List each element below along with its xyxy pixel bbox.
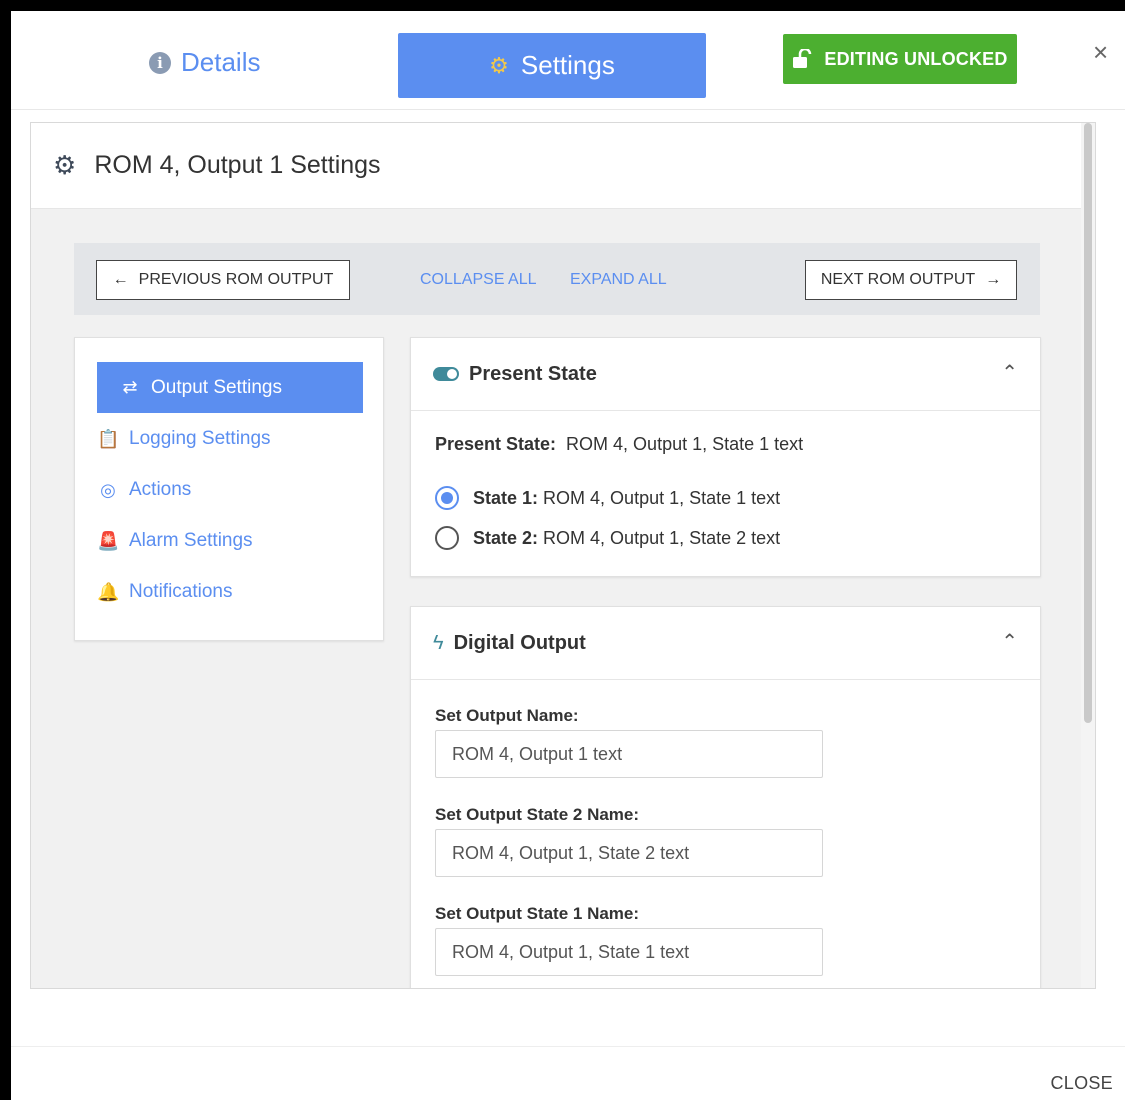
previous-rom-output-button[interactable]: ← PREVIOUS ROM OUTPUT [96,260,350,300]
sidebar-item-label: Notifications [129,581,233,602]
sidebar-item-label: Actions [129,479,192,500]
panel-scrollbar[interactable] [1081,123,1095,988]
tab-details-label: Details [181,47,261,77]
settings-panel: ⚙ ROM 4, Output 1 Settings ← PREVIOUS RO… [30,122,1096,989]
sidebar-item-label: Output Settings [151,376,282,398]
output-name-label: Set Output Name: [435,706,579,725]
tab-settings[interactable]: ⚙ Settings [398,33,706,98]
state-2-label: State 2: [473,527,539,548]
page-title: ROM 4, Output 1 Settings [94,151,381,179]
sidebar-item-output-settings[interactable]: ⇄ Output Settings [97,362,363,413]
sidebar-item-logging-settings[interactable]: 📋 Logging Settings [97,428,271,450]
editing-unlocked-button[interactable]: EDITING UNLOCKED [783,34,1017,84]
radio-unchecked-icon[interactable] [435,526,459,550]
arrow-left-icon: ← [112,271,129,288]
unlock-icon [793,49,812,68]
digital-output-header[interactable]: ϟ Digital Output ⌃ [411,607,1040,680]
output-state-2-name-input[interactable] [435,829,823,877]
window-border-top [0,0,1125,11]
chevron-up-icon[interactable]: ⌃ [1001,629,1018,654]
radio-checked-icon[interactable] [435,486,459,510]
chevron-up-icon[interactable]: ⌃ [1001,360,1018,385]
present-state-label: Present State: [435,434,557,454]
output-state-1-name-label: Set Output State 1 Name: [435,904,640,923]
present-state-readout: Present State: ROM 4, Output 1, State 1 … [435,434,803,455]
sidebar-item-label: Logging Settings [129,428,271,449]
output-state-1-name-input[interactable] [435,928,823,976]
scrollbar-thumb[interactable] [1084,123,1092,723]
sidebar-item-notifications[interactable]: 🔔 Notifications [97,581,233,603]
tab-bar: i Details ⚙ Settings EDITING UNLOCKED × [11,11,1125,110]
arrow-right-icon: → [985,271,1002,288]
expand-all-button[interactable]: EXPAND ALL [570,271,667,289]
state-1-label: State 1: [473,487,539,508]
collapse-all-button[interactable]: COLLAPSE ALL [420,271,537,289]
close-icon[interactable]: × [1093,37,1108,68]
gear-icon: ⚙ [53,150,77,180]
window-border-left [0,0,11,1100]
toggle-icon [433,367,459,381]
panel-header: ⚙ ROM 4, Output 1 Settings [31,123,1081,209]
present-state-title: Present State [469,362,597,385]
gear-icon: ⚙ [489,52,509,78]
output-name-input[interactable] [435,730,823,778]
next-rom-output-button[interactable]: NEXT ROM OUTPUT → [805,260,1017,300]
clipboard-icon: 📋 [97,428,120,449]
rom-output-navbar: ← PREVIOUS ROM OUTPUT COLLAPSE ALL EXPAN… [74,243,1040,315]
editing-unlocked-label: EDITING UNLOCKED [824,48,1008,69]
sidebar-item-alarm-settings[interactable]: 🚨 Alarm Settings [97,530,253,552]
state-1-radio[interactable]: State 1: ROM 4, Output 1, State 1 text [435,486,780,510]
dialog-footer: CLOSE [11,1046,1125,1100]
digital-output-card: ϟ Digital Output ⌃ Set Output Name: Set … [410,606,1041,988]
present-state-header[interactable]: Present State ⌃ [411,338,1040,411]
digital-output-title: Digital Output [453,631,586,654]
present-state-card: Present State ⌃ Present State: ROM 4, Ou… [410,337,1041,577]
present-state-value: ROM 4, Output 1, State 1 text [566,434,804,454]
close-button[interactable]: CLOSE [1050,1073,1113,1094]
tab-details[interactable]: i Details [149,47,260,78]
output-icon: ⇄ [122,377,138,397]
previous-rom-output-label: PREVIOUS ROM OUTPUT [138,271,334,288]
target-icon: ◎ [100,479,116,500]
sidebar-item-actions[interactable]: ◎ Actions [97,479,191,501]
next-rom-output-label: NEXT ROM OUTPUT [820,271,976,288]
alarm-icon: 🚨 [97,530,120,551]
state-2-radio[interactable]: State 2: ROM 4, Output 1, State 2 text [435,526,780,550]
state-1-text: ROM 4, Output 1, State 1 text [543,487,781,508]
lightning-icon: ϟ [433,631,444,654]
bell-icon: 🔔 [97,581,120,602]
info-icon: i [149,51,171,74]
tab-settings-label: Settings [520,50,615,80]
output-state-2-name-label: Set Output State 2 Name: [435,805,640,824]
sidebar-item-label: Alarm Settings [129,530,253,551]
state-2-text: ROM 4, Output 1, State 2 text [543,527,781,548]
settings-sidebar: ⇄ Output Settings 📋 Logging Settings ◎ A… [74,337,384,641]
